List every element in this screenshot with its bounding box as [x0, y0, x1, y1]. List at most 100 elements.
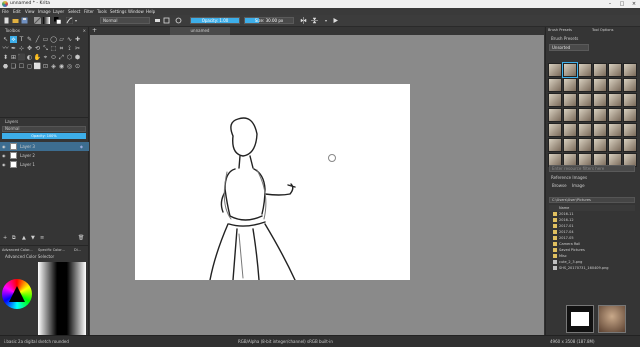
similar-select-tool[interactable]: ☐	[18, 63, 25, 70]
tab-tool-options[interactable]: Tool Options	[592, 28, 613, 32]
reference-tool[interactable]: ⊡	[42, 63, 49, 70]
measure-tool[interactable]: ⟟	[66, 45, 73, 52]
menu-select[interactable]: Select	[68, 9, 80, 14]
rotate-tool[interactable]: ⟲	[34, 45, 41, 52]
text-tool[interactable]: T	[18, 36, 25, 43]
color-swap-icon[interactable]	[54, 17, 61, 24]
brush-preset[interactable]	[562, 62, 578, 78]
add-layer-button[interactable]: +	[3, 235, 7, 241]
brush-preset[interactable]	[548, 108, 562, 122]
list-item[interactable]: SHS_20170731_160409.png	[549, 265, 635, 271]
brush-preset[interactable]	[563, 123, 577, 137]
brush-preset[interactable]	[623, 123, 637, 137]
move-layer-down-button[interactable]: ▼	[31, 235, 35, 241]
chevron-down-icon[interactable]: ▾	[75, 18, 77, 23]
rectangle-tool[interactable]: ▭	[42, 36, 49, 43]
fill-select-tool[interactable]: ◎	[66, 63, 73, 70]
preserve-alpha-icon[interactable]	[163, 17, 170, 24]
gradient-icon[interactable]	[43, 17, 50, 24]
brush-preset[interactable]	[548, 78, 562, 92]
play-icon[interactable]	[332, 17, 339, 24]
mirror-vertical-icon[interactable]	[311, 17, 318, 24]
toolbox-close-icon[interactable]: ×	[83, 28, 86, 33]
drawing-canvas[interactable]	[135, 84, 410, 280]
pattern-icon[interactable]	[34, 17, 41, 24]
brush-preset[interactable]	[623, 78, 637, 92]
pan-tool[interactable]: ✥	[26, 45, 33, 52]
brush-preset[interactable]	[563, 78, 577, 92]
eraser-icon[interactable]	[154, 17, 161, 24]
save-icon[interactable]	[21, 17, 28, 24]
polygon-tool[interactable]: ▱	[58, 36, 65, 43]
visibility-eye-icon[interactable]: ◉	[2, 144, 6, 149]
brush-preset[interactable]	[623, 93, 637, 107]
menu-file[interactable]: File	[2, 9, 9, 14]
bezier-select-tool[interactable]: ◻	[26, 63, 33, 70]
ellipse-tool[interactable]: ◯	[50, 36, 57, 43]
brush-preset[interactable]	[608, 78, 622, 92]
brush-preset[interactable]	[623, 63, 637, 77]
tab-brush-presets[interactable]: Brush Presets	[548, 28, 572, 32]
menu-tools[interactable]: Tools	[97, 9, 107, 14]
select-shape-tool[interactable]: ↖	[2, 36, 9, 43]
transform-handle-tool[interactable]: ⟡	[10, 36, 17, 43]
smart-patch-tool[interactable]: ◈	[50, 63, 57, 70]
brush-preset[interactable]	[563, 108, 577, 122]
tab-specific-color[interactable]: Specific Color...	[38, 248, 65, 252]
size-slider[interactable]: Size: 30.00 px	[244, 17, 294, 24]
outline-select-tool[interactable]: ⬢	[74, 54, 81, 61]
colorize-tool[interactable]: ⊙	[74, 63, 81, 70]
calligraphy-tool[interactable]: ✒	[10, 45, 17, 52]
brush-preset[interactable]	[593, 108, 607, 122]
menu-view[interactable]: View	[25, 9, 35, 14]
brush-preset[interactable]	[578, 78, 592, 92]
menu-filter[interactable]: Filter	[84, 9, 94, 14]
brush-preset[interactable]	[578, 108, 592, 122]
opacity-slider[interactable]: Opacity: 1.00	[190, 17, 240, 24]
dynamic-brush-tool[interactable]: 〰	[2, 45, 9, 52]
visibility-eye-icon[interactable]: ◉	[2, 153, 6, 158]
tab-browse[interactable]: Browse	[552, 183, 567, 188]
brush-preset[interactable]	[578, 93, 592, 107]
brush-preset[interactable]	[593, 123, 607, 137]
brush-preset[interactable]	[608, 63, 622, 77]
tab-digital-mixer[interactable]: Di...	[74, 248, 81, 252]
menu-window[interactable]: Window	[128, 9, 144, 14]
line-tool[interactable]: ╱	[34, 36, 41, 43]
color-picker-tool[interactable]: ◐	[26, 54, 33, 61]
reference-thumbnail[interactable]	[566, 305, 594, 333]
layer-row[interactable]: ◉ Layer 1	[0, 160, 89, 169]
pattern-tool[interactable]: ⊞	[10, 54, 17, 61]
move-layer-up-button[interactable]: ▲	[22, 235, 26, 241]
hand-tool[interactable]: ✋	[34, 54, 41, 61]
contiguous-select-tool[interactable]: ⬣	[2, 63, 9, 70]
zoom-tool[interactable]: ⤢	[58, 54, 65, 61]
delete-layer-button[interactable]: 🗑	[78, 235, 84, 241]
brush-preset[interactable]	[608, 123, 622, 137]
brush-preset[interactable]	[623, 108, 637, 122]
assistant-tool[interactable]: ⌖	[42, 54, 49, 61]
layer-opacity-slider[interactable]: Opacity: 100%	[2, 133, 86, 139]
brush-preset[interactable]	[563, 93, 577, 107]
menu-edit[interactable]: Edit	[13, 9, 21, 14]
brush-preset[interactable]	[623, 138, 637, 152]
fill-tool[interactable]: ⬛	[18, 54, 25, 61]
layer-blend-dropdown[interactable]: Normal	[2, 126, 86, 132]
reference-thumbnail[interactable]	[598, 305, 626, 333]
cut-tool[interactable]: ✂	[74, 45, 81, 52]
new-document-icon[interactable]	[3, 17, 10, 24]
document-tab[interactable]: unnamed	[170, 27, 230, 35]
rect-select-tool[interactable]: ❑	[10, 63, 17, 70]
mirror-horizontal-icon[interactable]	[300, 17, 307, 24]
layer-row[interactable]: ◉ Layer 3 ◆	[0, 142, 89, 151]
brush-preset[interactable]	[593, 93, 607, 107]
blend-mode-dropdown[interactable]: Normal	[100, 17, 150, 24]
brush-preset[interactable]	[593, 138, 607, 152]
color-triangle[interactable]	[9, 286, 25, 302]
brush-preset[interactable]	[548, 93, 562, 107]
new-tab-button[interactable]: +	[92, 27, 97, 35]
layer-row[interactable]: ◉ Layer 2	[0, 151, 89, 160]
brush-tag-dropdown[interactable]: Unsorted	[549, 44, 589, 51]
brush-preset[interactable]	[608, 138, 622, 152]
wrap-chevron-icon[interactable]: ▾	[325, 18, 327, 23]
